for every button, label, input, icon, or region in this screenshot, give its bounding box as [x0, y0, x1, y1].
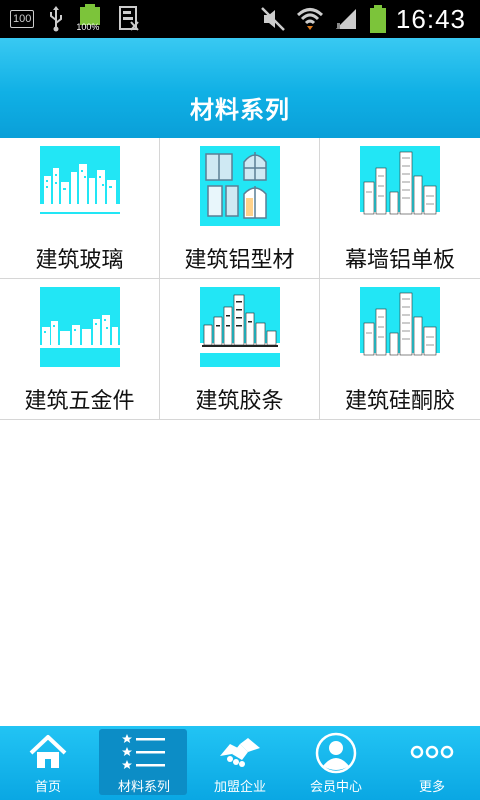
user-icon — [315, 732, 357, 774]
grid-item-label: 建筑胶条 — [195, 389, 284, 414]
notification-badge: 100 — [10, 10, 35, 28]
skyscraper-icon — [360, 146, 440, 226]
grid-item-label: 建筑玻璃 — [35, 248, 124, 273]
bottom-nav: 首页 材料系列 加盟企业 会员中心 更多 — [0, 726, 480, 800]
usb-icon — [50, 6, 63, 32]
city-skyline-icon — [40, 287, 120, 367]
status-time: 16:43 — [395, 3, 466, 34]
material-grid: 建筑玻璃 建筑铝型材 幕墙铝单板 建筑五金件 建筑胶条 建筑硅酮胶 — [0, 138, 480, 420]
grid-item-label: 建筑硅酮胶 — [344, 389, 455, 414]
battery-percent-text: 100% — [76, 22, 100, 32]
page-title: 材料系列 — [190, 96, 290, 124]
mute-icon — [261, 7, 285, 31]
tab-home[interactable]: 首页 — [0, 726, 96, 800]
grid-item-hardware[interactable]: 建筑五金件 — [0, 279, 160, 419]
home-icon — [29, 735, 67, 768]
city-skyline-icon — [40, 146, 120, 226]
tab-label: 更多 — [418, 780, 445, 795]
aluminum-windows-icon — [200, 146, 280, 226]
status-bar: 100 100% 16:43 — [0, 0, 480, 38]
grid-row: 建筑玻璃 建筑铝型材 幕墙铝单板 — [0, 138, 480, 279]
grid-item-label: 建筑铝型材 — [184, 248, 295, 273]
tab-label: 首页 — [34, 780, 61, 795]
wifi-icon — [296, 8, 323, 30]
tab-materials[interactable]: 材料系列 — [96, 726, 192, 800]
skyscraper-icon — [360, 287, 440, 367]
tab-label: 会员中心 — [309, 780, 362, 795]
battery-icon — [369, 5, 386, 33]
title-bar: 材料系列 — [0, 38, 480, 138]
tab-member-center[interactable]: 会员中心 — [288, 726, 384, 800]
grid-item-label: 幕墙铝单板 — [344, 248, 455, 273]
tab-label: 加盟企业 — [213, 780, 266, 795]
grid-item-sealing-strip[interactable]: 建筑胶条 — [160, 279, 320, 419]
list-icon — [122, 734, 165, 769]
grid-item-label: 建筑五金件 — [24, 389, 135, 414]
grid-row: 建筑五金件 建筑胶条 建筑硅酮胶 — [0, 279, 480, 420]
more-icon — [410, 745, 454, 759]
tab-more[interactable]: 更多 — [384, 726, 480, 800]
tab-franchise[interactable]: 加盟企业 — [192, 726, 288, 800]
grid-item-aluminum-profiles[interactable]: 建筑铝型材 — [160, 138, 320, 278]
grid-item-curtain-wall-panel[interactable]: 幕墙铝单板 — [320, 138, 480, 278]
grid-item-silicone-sealant[interactable]: 建筑硅酮胶 — [320, 279, 480, 419]
city-skyline-icon — [200, 287, 280, 367]
handshake-icon — [220, 738, 260, 767]
document-icon — [119, 6, 140, 31]
grid-item-building-glass[interactable]: 建筑玻璃 — [0, 138, 160, 278]
signal-icon — [335, 9, 356, 29]
battery-full-icon: 100% — [76, 4, 104, 34]
tab-label: 材料系列 — [117, 780, 170, 795]
